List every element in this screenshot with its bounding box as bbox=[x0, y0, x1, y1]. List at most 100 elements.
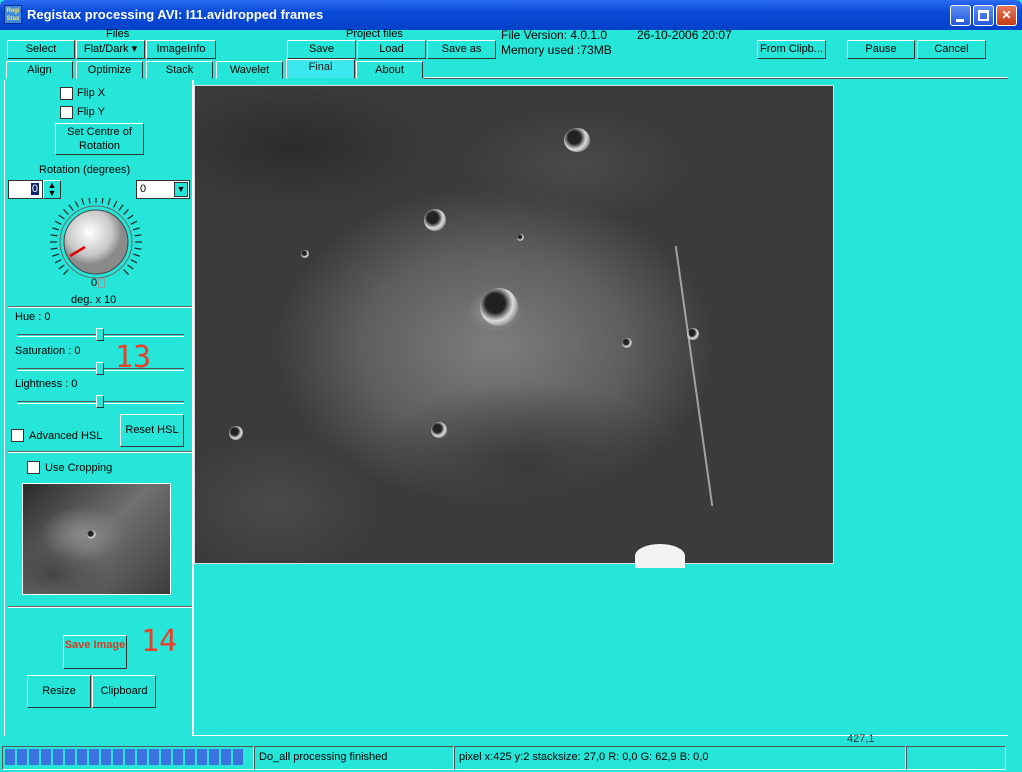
dial-tick bbox=[63, 209, 69, 215]
progress-bar bbox=[2, 746, 254, 770]
close-button[interactable]: ✕ bbox=[996, 5, 1017, 26]
advanced-hsl-label: Advanced HSL bbox=[29, 430, 103, 442]
progress-block bbox=[53, 749, 63, 765]
flip-x-checkbox[interactable] bbox=[60, 87, 73, 100]
processed-moon-image[interactable] bbox=[194, 85, 834, 568]
progress-block bbox=[233, 749, 243, 765]
window-title: Registax processing AVI: I11.avidropped … bbox=[27, 7, 324, 22]
lightness-label: Lightness : 0 bbox=[15, 378, 78, 390]
crater bbox=[229, 426, 243, 440]
save-as-button[interactable]: Save as bbox=[427, 40, 496, 59]
tab-align[interactable]: Align bbox=[6, 61, 73, 79]
status-extra bbox=[906, 746, 1006, 770]
close-icon: ✕ bbox=[1001, 8, 1012, 22]
flip-y-label: Flip Y bbox=[77, 106, 105, 118]
progress-block bbox=[185, 749, 195, 765]
rille bbox=[674, 246, 742, 506]
flip-x-label: Flip X bbox=[77, 87, 106, 99]
saturation-slider-thumb[interactable] bbox=[96, 362, 104, 375]
select-button[interactable]: Select bbox=[7, 40, 75, 59]
use-cropping-label: Use Cropping bbox=[45, 462, 113, 474]
tab-final[interactable]: Final bbox=[286, 59, 355, 79]
progress-block bbox=[125, 749, 135, 765]
dial-tick bbox=[134, 247, 142, 250]
tab-wavelet[interactable]: Wavelet bbox=[216, 61, 283, 79]
chevron-down-icon: ▼ bbox=[174, 182, 188, 197]
project-files-group-label: Project files bbox=[346, 28, 403, 40]
dial-tick bbox=[74, 200, 79, 208]
crater bbox=[424, 209, 446, 231]
dial-tick bbox=[68, 204, 74, 211]
dial-tick bbox=[54, 259, 62, 264]
dial-value: 0 bbox=[91, 277, 98, 289]
set-centre-of-rotation-button[interactable]: Set Centre of Rotation bbox=[55, 123, 144, 155]
dial-tick bbox=[50, 247, 58, 250]
progress-block bbox=[101, 749, 111, 765]
saturation-label: Saturation : 0 bbox=[15, 345, 81, 357]
spin-down-icon: ▼ bbox=[47, 188, 57, 198]
dial-tick bbox=[132, 253, 140, 257]
maximize-icon bbox=[978, 10, 989, 21]
save-image-button[interactable]: Save Image bbox=[63, 635, 127, 669]
minimize-icon bbox=[956, 19, 964, 22]
crater bbox=[301, 250, 309, 258]
image-info-button[interactable]: ImageInfo bbox=[146, 40, 216, 59]
cancel-button[interactable]: Cancel bbox=[917, 40, 986, 59]
flip-y-checkbox[interactable] bbox=[60, 106, 73, 119]
progress-block bbox=[197, 749, 207, 765]
from-clipboard-button[interactable]: From Clipb... bbox=[757, 40, 826, 59]
image-coordinates: 427,1 bbox=[847, 733, 875, 745]
rotation-spinner[interactable]: ▲ ▼ bbox=[43, 180, 61, 199]
lightness-slider-thumb[interactable] bbox=[96, 395, 104, 408]
crater bbox=[622, 338, 632, 348]
dial-tick bbox=[101, 198, 104, 204]
clipboard-button[interactable]: Clipboard bbox=[92, 675, 156, 708]
dial-tick bbox=[58, 264, 65, 270]
progress-block bbox=[5, 749, 15, 765]
dial-value-marker bbox=[98, 278, 105, 288]
progress-block bbox=[17, 749, 27, 765]
dial-tick bbox=[52, 253, 60, 257]
flat-dark-button[interactable]: Flat/Dark ▾ bbox=[76, 40, 145, 59]
tab-stack[interactable]: Stack bbox=[146, 61, 213, 79]
use-cropping-checkbox[interactable] bbox=[27, 461, 40, 474]
dial-tick bbox=[118, 204, 124, 211]
status-message: Do_all processing finished bbox=[254, 746, 454, 770]
progress-block bbox=[137, 749, 147, 765]
minimize-button[interactable] bbox=[950, 5, 971, 26]
dial-tick bbox=[50, 234, 58, 237]
dial-tick bbox=[107, 198, 111, 206]
memory-used-text: Memory used :73MB bbox=[501, 43, 612, 57]
dial-tick bbox=[132, 227, 140, 231]
rotation-input[interactable]: 0 bbox=[8, 180, 43, 199]
registax-app-icon[interactable]: Regi Stax bbox=[4, 5, 22, 24]
progress-block bbox=[209, 749, 219, 765]
dial-tick bbox=[130, 259, 138, 264]
crater bbox=[480, 288, 518, 326]
load-button[interactable]: Load bbox=[357, 40, 426, 59]
pause-button[interactable]: Pause bbox=[847, 40, 915, 59]
date-text: 26-10-2006 20:07 bbox=[637, 28, 732, 42]
progress-block bbox=[113, 749, 123, 765]
tab-about[interactable]: About bbox=[356, 61, 423, 79]
dropdown-arrow-icon: ▾ bbox=[128, 43, 138, 55]
rotation-dial[interactable] bbox=[40, 198, 152, 280]
annotation-14: 14 bbox=[141, 624, 178, 659]
tab-optimize[interactable]: Optimize bbox=[76, 61, 143, 79]
progress-block bbox=[41, 749, 51, 765]
dial-tick bbox=[123, 269, 129, 275]
reset-hsl-button[interactable]: Reset HSL bbox=[120, 414, 184, 447]
rotation-label: Rotation (degrees) bbox=[39, 164, 131, 176]
hue-slider-thumb[interactable] bbox=[96, 328, 104, 341]
maximize-button[interactable] bbox=[973, 5, 994, 26]
rotation-select[interactable]: 0 ▼ bbox=[136, 180, 190, 199]
crop-preview-thumbnail[interactable] bbox=[22, 483, 171, 595]
resize-button[interactable]: Resize bbox=[27, 675, 91, 708]
crater bbox=[87, 530, 96, 539]
save-button[interactable]: Save bbox=[287, 40, 356, 59]
crater bbox=[564, 128, 590, 152]
progress-block bbox=[29, 749, 39, 765]
crater bbox=[517, 234, 524, 241]
tab-strip-line bbox=[424, 77, 1008, 79]
advanced-hsl-checkbox[interactable] bbox=[11, 429, 24, 442]
